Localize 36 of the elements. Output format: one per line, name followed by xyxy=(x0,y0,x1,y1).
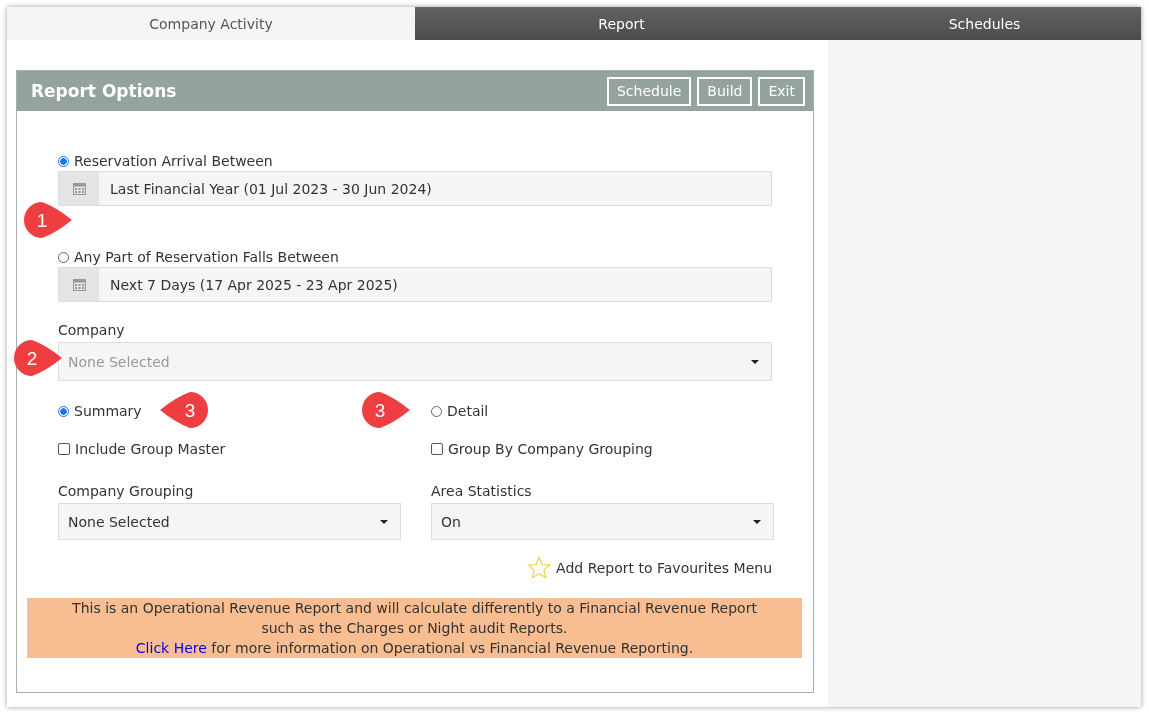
caret-icon xyxy=(380,519,388,524)
dropdown[interactable]: None Selected xyxy=(58,503,401,540)
checkbox-label: Include Group Master xyxy=(75,441,226,457)
date-range-field[interactable]: Next 7 Days (17 Apr 2025 - 23 Apr 2025) xyxy=(58,267,772,302)
caret-icon xyxy=(753,519,761,524)
callout-marker: 3 xyxy=(158,389,210,431)
callout-marker: 2 xyxy=(12,337,64,379)
radio-button[interactable] xyxy=(58,251,69,263)
notice-text: This is an Operational Revenue Report and will calculate differently to a Financial Revenue Report such as the Charges or Night audit Reports. Click Here for more information on Operational vs Financial Revenue Reporting. xyxy=(27,598,802,658)
star-icon[interactable] xyxy=(527,556,552,580)
radio-label: Any Part of Reservation Falls Between xyxy=(74,249,339,265)
radio-label: Summary xyxy=(74,403,142,419)
checkbox[interactable] xyxy=(431,443,443,455)
panel-title: Report Options xyxy=(31,81,177,101)
info-link[interactable]: Click Here xyxy=(135,640,207,656)
favourites-link[interactable]: Add Report to Favourites Menu xyxy=(556,560,772,576)
checkbox-label: Group By Company Grouping xyxy=(448,441,653,457)
radio-button[interactable] xyxy=(58,155,69,167)
field-label: Company xyxy=(58,322,126,340)
field-label: Area Statistics xyxy=(431,483,533,501)
field-label: Company Grouping xyxy=(58,483,195,501)
radio-button[interactable] xyxy=(431,405,442,417)
radio-label: Detail xyxy=(447,403,489,419)
tab[interactable]: Company Activity xyxy=(7,7,415,40)
radio-button[interactable] xyxy=(58,405,69,417)
calendar-icon xyxy=(72,278,86,291)
radio-label: Reservation Arrival Between xyxy=(74,153,273,169)
calendar-icon xyxy=(72,182,86,195)
caret-icon xyxy=(751,359,759,364)
callout-marker: 3 xyxy=(360,389,412,431)
dropdown[interactable]: On xyxy=(431,503,774,540)
callout-marker: 1 xyxy=(22,199,74,241)
checkbox[interactable] xyxy=(58,443,70,455)
date-range-field[interactable]: Last Financial Year (01 Jul 2023 - 30 Jun 2024) xyxy=(58,171,772,206)
tab[interactable]: Schedules xyxy=(828,7,1141,40)
tab[interactable]: Report xyxy=(415,7,828,40)
